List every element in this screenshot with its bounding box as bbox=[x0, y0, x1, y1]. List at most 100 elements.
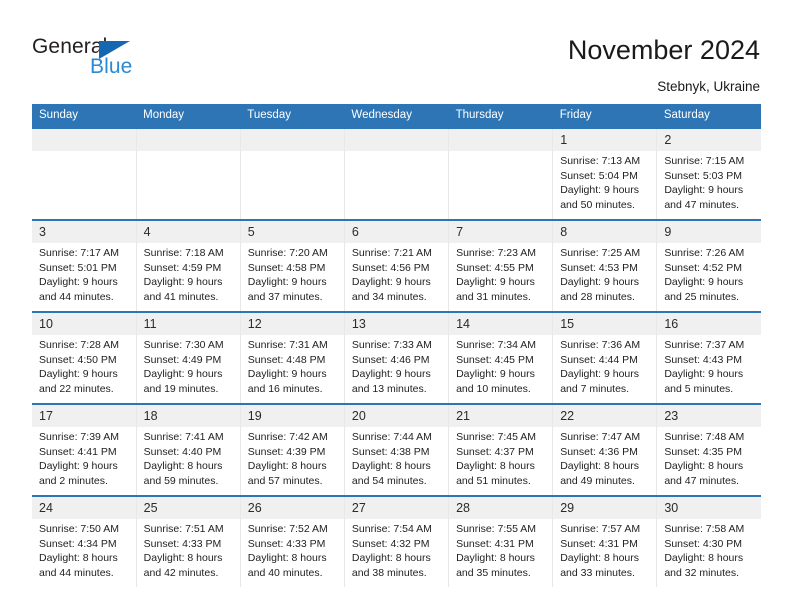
day-sun-info bbox=[449, 151, 552, 154]
day-cell[interactable]: 26 Sunrise: 7:52 AM Sunset: 4:33 PM Dayl… bbox=[239, 495, 345, 587]
day-cell[interactable]: 18 Sunrise: 7:41 AM Sunset: 4:40 PM Dayl… bbox=[135, 403, 241, 496]
day-cell[interactable]: 14 Sunrise: 7:34 AM Sunset: 4:45 PM Dayl… bbox=[448, 311, 554, 404]
day-cell[interactable]: 24 Sunrise: 7:50 AM Sunset: 4:34 PM Dayl… bbox=[32, 495, 137, 587]
day-number: 2 bbox=[657, 129, 761, 151]
day-sun-info: Sunrise: 7:33 AM Sunset: 4:46 PM Dayligh… bbox=[351, 339, 432, 395]
calendar-week-row: 24 Sunrise: 7:50 AM Sunset: 4:34 PM Dayl… bbox=[32, 495, 761, 587]
day-cell-empty bbox=[343, 127, 450, 220]
day-sun-info: Sunrise: 7:48 AM Sunset: 4:35 PM Dayligh… bbox=[664, 431, 745, 487]
day-sun-info: Sunrise: 7:26 AM Sunset: 4:52 PM Dayligh… bbox=[664, 247, 745, 303]
day-number: 21 bbox=[449, 405, 553, 427]
day-sun-info: Sunrise: 7:25 AM Sunset: 4:53 PM Dayligh… bbox=[560, 247, 641, 303]
day-number bbox=[344, 129, 449, 151]
day-number: 18 bbox=[136, 405, 240, 427]
day-cell[interactable]: 8 Sunrise: 7:25 AM Sunset: 4:53 PM Dayli… bbox=[552, 219, 658, 312]
day-sun-info: Sunrise: 7:13 AM Sunset: 5:04 PM Dayligh… bbox=[560, 155, 641, 211]
day-number: 28 bbox=[449, 497, 553, 519]
day-sun-info: Sunrise: 7:54 AM Sunset: 4:32 PM Dayligh… bbox=[351, 523, 432, 579]
day-number: 5 bbox=[240, 221, 344, 243]
day-sun-info: Sunrise: 7:20 AM Sunset: 4:58 PM Dayligh… bbox=[247, 247, 328, 303]
general-blue-logo[interactable]: General Blue bbox=[32, 36, 212, 84]
day-cell[interactable]: 12 Sunrise: 7:31 AM Sunset: 4:48 PM Dayl… bbox=[239, 311, 345, 404]
day-cell[interactable]: 20 Sunrise: 7:44 AM Sunset: 4:38 PM Dayl… bbox=[343, 403, 450, 496]
day-number: 7 bbox=[449, 221, 553, 243]
day-sun-info: Sunrise: 7:45 AM Sunset: 4:37 PM Dayligh… bbox=[456, 431, 537, 487]
day-cell[interactable]: 17 Sunrise: 7:39 AM Sunset: 4:41 PM Dayl… bbox=[32, 403, 137, 496]
day-number bbox=[240, 129, 344, 151]
calendar-week-row: 3 Sunrise: 7:17 AM Sunset: 5:01 PM Dayli… bbox=[32, 219, 761, 312]
day-cell[interactable]: 30 Sunrise: 7:58 AM Sunset: 4:30 PM Dayl… bbox=[656, 495, 761, 587]
day-number: 19 bbox=[240, 405, 344, 427]
day-cell[interactable]: 21 Sunrise: 7:45 AM Sunset: 4:37 PM Dayl… bbox=[448, 403, 554, 496]
weekday-header-saturday: Saturday bbox=[656, 104, 761, 128]
day-number: 30 bbox=[657, 497, 761, 519]
calendar-week-row: 1 Sunrise: 7:13 AM Sunset: 5:04 PM Dayli… bbox=[32, 127, 761, 220]
day-sun-info: Sunrise: 7:44 AM Sunset: 4:38 PM Dayligh… bbox=[351, 431, 432, 487]
day-sun-info: Sunrise: 7:17 AM Sunset: 5:01 PM Dayligh… bbox=[39, 247, 119, 303]
day-number: 8 bbox=[553, 221, 657, 243]
day-sun-info: Sunrise: 7:30 AM Sunset: 4:49 PM Dayligh… bbox=[143, 339, 224, 395]
day-sun-info: Sunrise: 7:51 AM Sunset: 4:33 PM Dayligh… bbox=[143, 523, 224, 579]
day-cell[interactable]: 11 Sunrise: 7:30 AM Sunset: 4:49 PM Dayl… bbox=[135, 311, 241, 404]
day-cell[interactable]: 4 Sunrise: 7:18 AM Sunset: 4:59 PM Dayli… bbox=[135, 219, 241, 312]
calendar-week-row: 17 Sunrise: 7:39 AM Sunset: 4:41 PM Dayl… bbox=[32, 403, 761, 496]
day-sun-info: Sunrise: 7:21 AM Sunset: 4:56 PM Dayligh… bbox=[351, 247, 432, 303]
day-cell-empty bbox=[239, 127, 345, 220]
day-number: 23 bbox=[657, 405, 761, 427]
day-sun-info: Sunrise: 7:36 AM Sunset: 4:44 PM Dayligh… bbox=[560, 339, 641, 395]
day-number bbox=[32, 129, 136, 151]
day-sun-info: Sunrise: 7:34 AM Sunset: 4:45 PM Dayligh… bbox=[456, 339, 537, 395]
day-cell[interactable]: 23 Sunrise: 7:48 AM Sunset: 4:35 PM Dayl… bbox=[656, 403, 761, 496]
day-cell-empty bbox=[135, 127, 241, 220]
day-number: 9 bbox=[657, 221, 761, 243]
day-cell[interactable]: 16 Sunrise: 7:37 AM Sunset: 4:43 PM Dayl… bbox=[656, 311, 761, 404]
day-cell[interactable]: 9 Sunrise: 7:26 AM Sunset: 4:52 PM Dayli… bbox=[656, 219, 761, 312]
logo-text-blue: Blue bbox=[90, 55, 133, 78]
calendar-body: 1 Sunrise: 7:13 AM Sunset: 5:04 PM Dayli… bbox=[32, 127, 761, 587]
day-cell[interactable]: 2 Sunrise: 7:15 AM Sunset: 5:03 PM Dayli… bbox=[656, 127, 761, 220]
day-cell[interactable]: 6 Sunrise: 7:21 AM Sunset: 4:56 PM Dayli… bbox=[343, 219, 450, 312]
day-number: 13 bbox=[344, 313, 449, 335]
calendar-page: General Blue November 2024 Stebnyk, Ukra… bbox=[0, 0, 792, 612]
day-number: 4 bbox=[136, 221, 240, 243]
day-sun-info bbox=[345, 151, 448, 154]
day-cell[interactable]: 10 Sunrise: 7:28 AM Sunset: 4:50 PM Dayl… bbox=[32, 311, 137, 404]
day-cell[interactable]: 15 Sunrise: 7:36 AM Sunset: 4:44 PM Dayl… bbox=[552, 311, 658, 404]
day-number bbox=[449, 129, 553, 151]
day-number: 29 bbox=[553, 497, 657, 519]
day-cell[interactable]: 3 Sunrise: 7:17 AM Sunset: 5:01 PM Dayli… bbox=[32, 219, 137, 312]
calendar-header-row: Sunday Monday Tuesday Wednesday Thursday… bbox=[32, 104, 761, 128]
day-cell[interactable]: 1 Sunrise: 7:13 AM Sunset: 5:04 PM Dayli… bbox=[552, 127, 658, 220]
day-cell[interactable]: 28 Sunrise: 7:55 AM Sunset: 4:31 PM Dayl… bbox=[448, 495, 554, 587]
page-subtitle-location: Stebnyk, Ukraine bbox=[657, 79, 760, 94]
day-number: 11 bbox=[136, 313, 240, 335]
day-sun-info: Sunrise: 7:18 AM Sunset: 4:59 PM Dayligh… bbox=[143, 247, 224, 303]
day-sun-info: Sunrise: 7:57 AM Sunset: 4:31 PM Dayligh… bbox=[560, 523, 641, 579]
day-sun-info: Sunrise: 7:15 AM Sunset: 5:03 PM Dayligh… bbox=[664, 155, 745, 211]
day-cell[interactable]: 22 Sunrise: 7:47 AM Sunset: 4:36 PM Dayl… bbox=[552, 403, 658, 496]
day-sun-info: Sunrise: 7:41 AM Sunset: 4:40 PM Dayligh… bbox=[143, 431, 224, 487]
weekday-header-thursday: Thursday bbox=[448, 104, 553, 128]
weekday-header-friday: Friday bbox=[552, 104, 657, 128]
day-cell[interactable]: 5 Sunrise: 7:20 AM Sunset: 4:58 PM Dayli… bbox=[239, 219, 345, 312]
day-cell[interactable]: 29 Sunrise: 7:57 AM Sunset: 4:31 PM Dayl… bbox=[552, 495, 658, 587]
calendar-week-row: 10 Sunrise: 7:28 AM Sunset: 4:50 PM Dayl… bbox=[32, 311, 761, 404]
day-cell[interactable]: 13 Sunrise: 7:33 AM Sunset: 4:46 PM Dayl… bbox=[343, 311, 450, 404]
day-number: 6 bbox=[344, 221, 449, 243]
day-number: 26 bbox=[240, 497, 344, 519]
day-cell[interactable]: 25 Sunrise: 7:51 AM Sunset: 4:33 PM Dayl… bbox=[135, 495, 241, 587]
weekday-header-monday: Monday bbox=[136, 104, 241, 128]
day-sun-info: Sunrise: 7:28 AM Sunset: 4:50 PM Dayligh… bbox=[39, 339, 119, 395]
day-sun-info: Sunrise: 7:31 AM Sunset: 4:48 PM Dayligh… bbox=[247, 339, 328, 395]
day-cell[interactable]: 27 Sunrise: 7:54 AM Sunset: 4:32 PM Dayl… bbox=[343, 495, 450, 587]
page-header: General Blue November 2024 Stebnyk, Ukra… bbox=[0, 0, 792, 100]
day-number: 10 bbox=[32, 313, 136, 335]
day-cell[interactable]: 19 Sunrise: 7:42 AM Sunset: 4:39 PM Dayl… bbox=[239, 403, 345, 496]
day-number: 12 bbox=[240, 313, 344, 335]
day-sun-info: Sunrise: 7:42 AM Sunset: 4:39 PM Dayligh… bbox=[247, 431, 328, 487]
day-number: 27 bbox=[344, 497, 449, 519]
day-sun-info: Sunrise: 7:55 AM Sunset: 4:31 PM Dayligh… bbox=[456, 523, 537, 579]
day-cell[interactable]: 7 Sunrise: 7:23 AM Sunset: 4:55 PM Dayli… bbox=[448, 219, 554, 312]
day-sun-info bbox=[137, 151, 240, 154]
day-sun-info: Sunrise: 7:50 AM Sunset: 4:34 PM Dayligh… bbox=[39, 523, 119, 579]
